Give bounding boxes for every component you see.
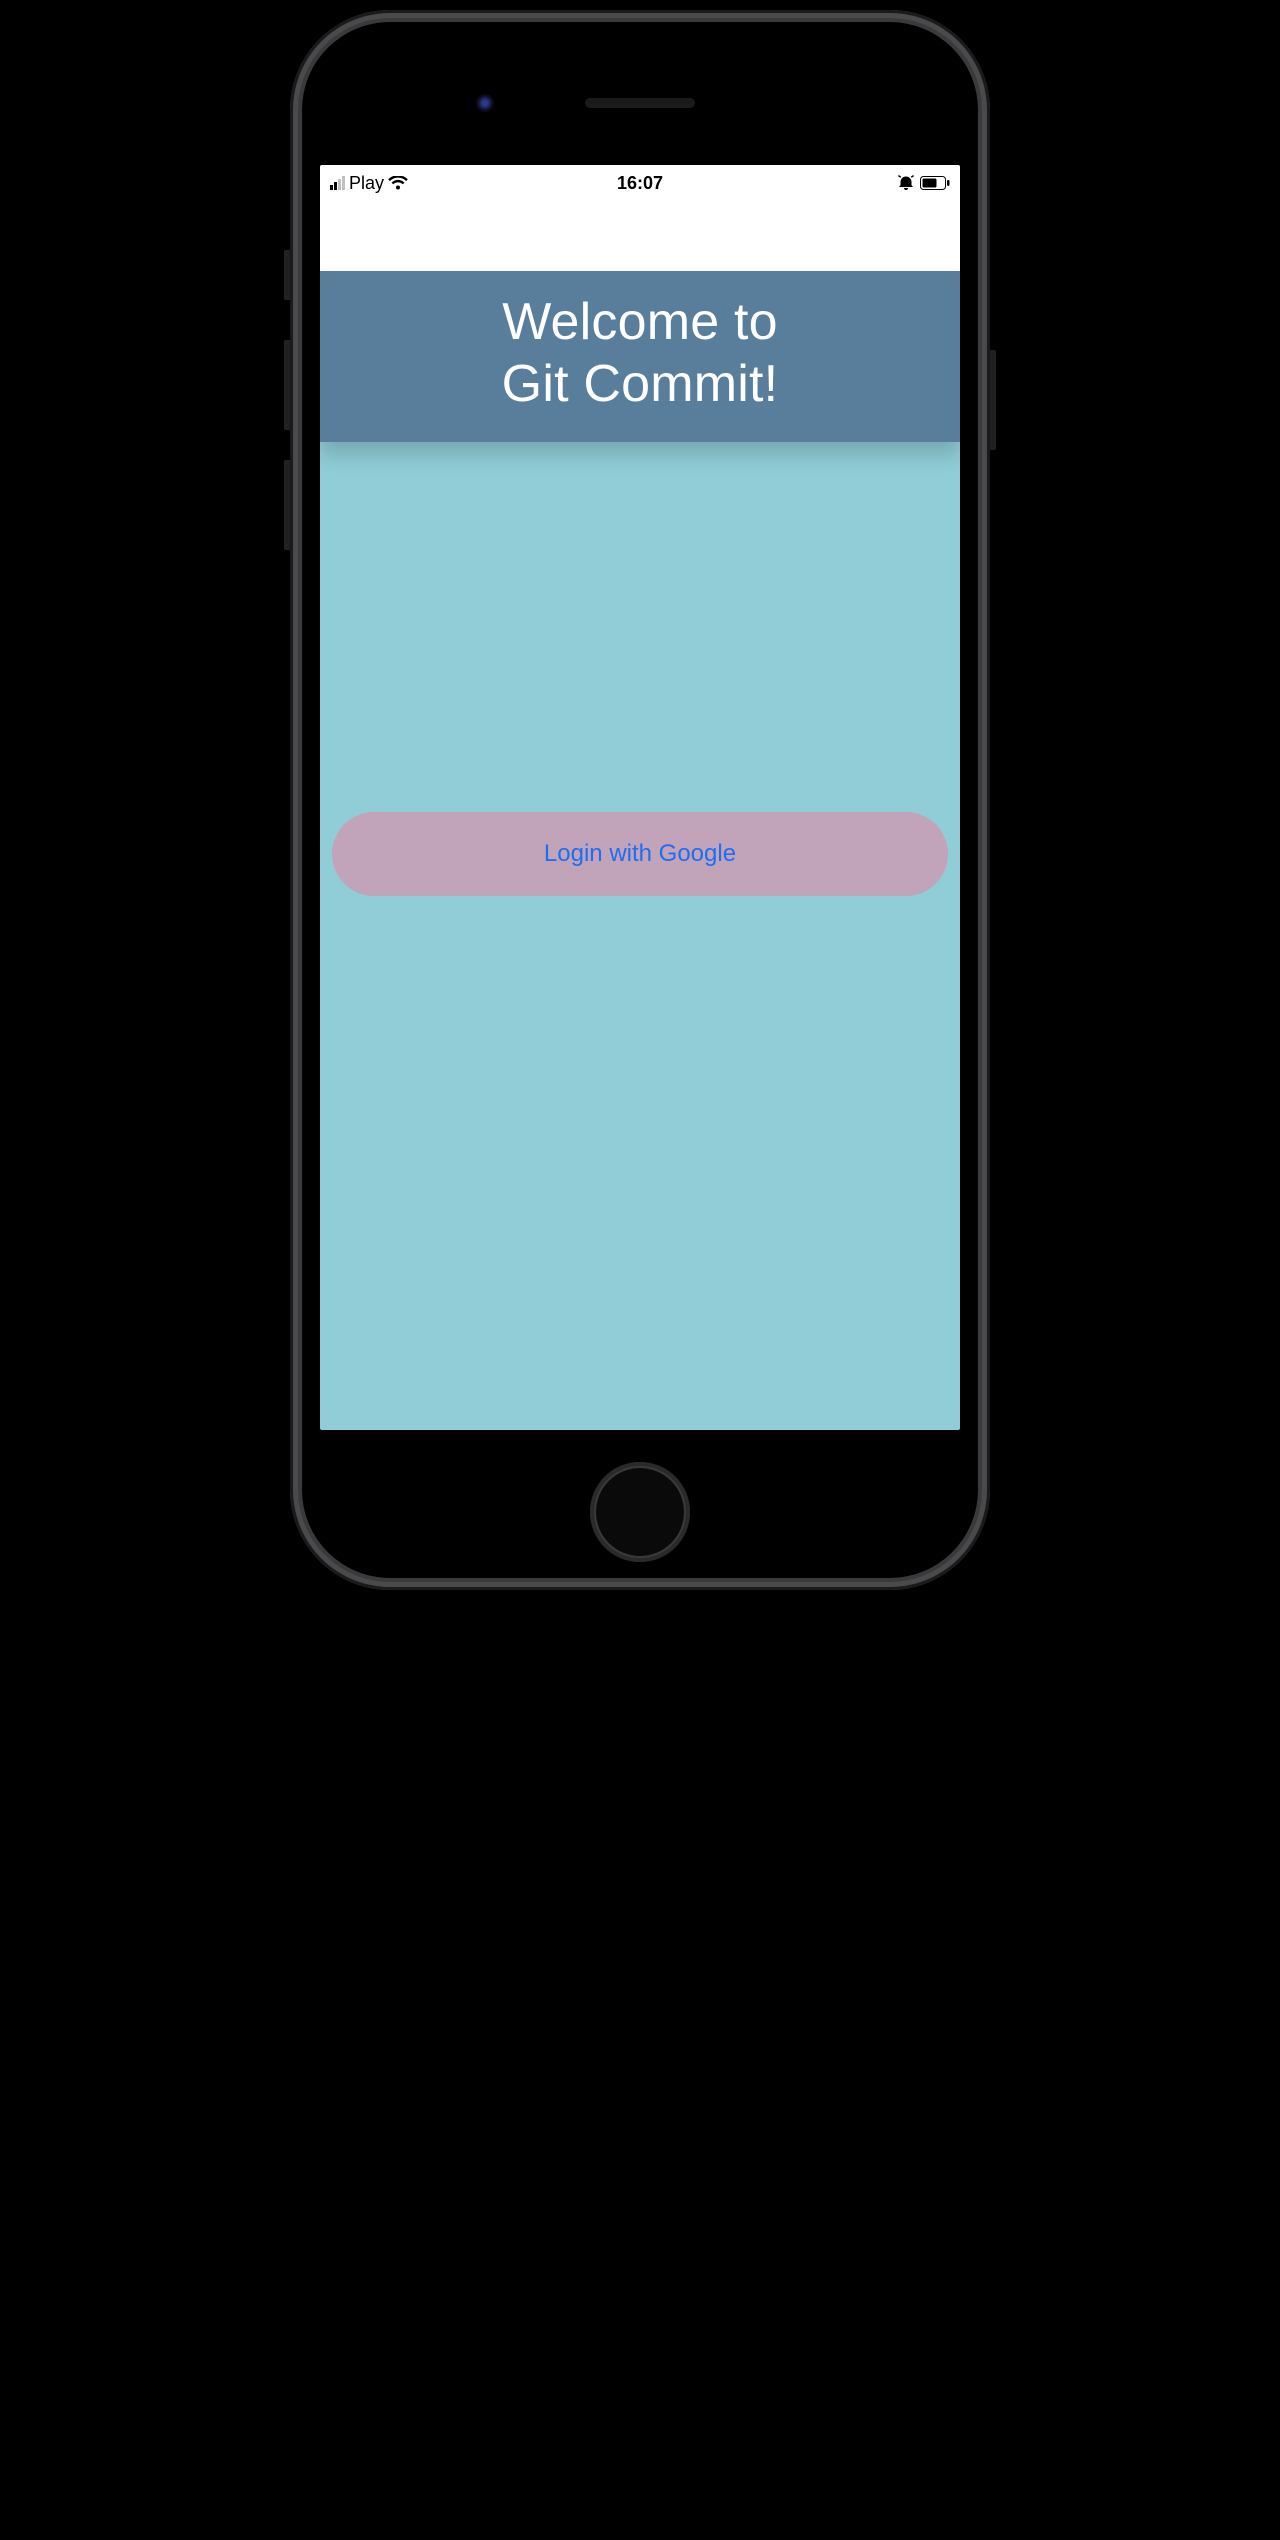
front-camera (476, 94, 494, 112)
login-button-label: Login with Google (544, 840, 736, 868)
status-bar: Play 16:07 (320, 165, 960, 201)
status-right (898, 175, 950, 191)
cellular-signal-icon (330, 176, 345, 190)
carrier-label: Play (349, 173, 384, 194)
login-with-google-button[interactable]: Login with Google (332, 812, 948, 896)
status-left: Play (330, 173, 408, 194)
battery-icon (920, 176, 950, 190)
home-button[interactable] (590, 1462, 690, 1562)
wifi-icon (388, 176, 408, 190)
navigation-bar (320, 201, 960, 271)
content-area: Login with Google (320, 442, 960, 1430)
welcome-title: Welcome to Git Commit! (320, 291, 960, 416)
status-time: 16:07 (617, 173, 663, 194)
phone-screen: Play 16:07 Welcome to Git Commit! Log (320, 165, 960, 1430)
phone-speaker (585, 98, 695, 108)
welcome-header: Welcome to Git Commit! (320, 271, 960, 442)
alarm-icon (898, 175, 914, 191)
phone-device-frame: Play 16:07 Welcome to Git Commit! Log (240, 0, 1040, 1610)
